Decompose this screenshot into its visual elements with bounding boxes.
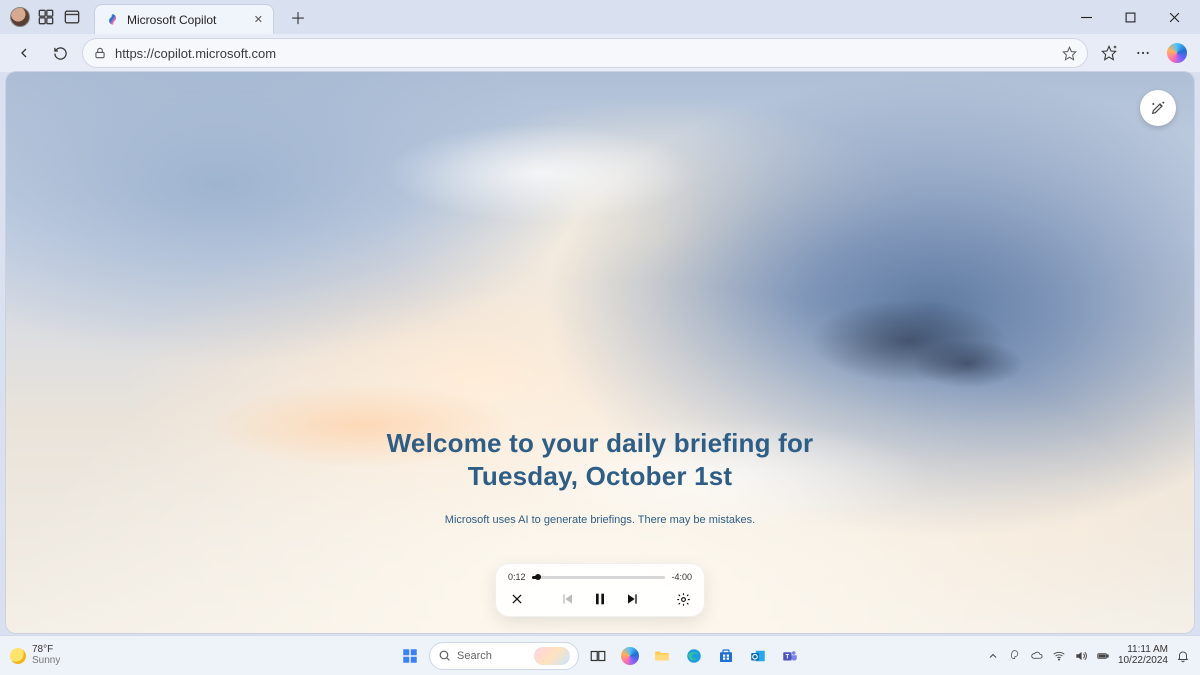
- back-button[interactable]: [10, 39, 38, 67]
- copilot-favicon-icon: [105, 13, 119, 27]
- profile-avatar[interactable]: [10, 7, 30, 27]
- weather-sun-icon: [10, 648, 26, 664]
- weather-condition: Sunny: [32, 656, 60, 667]
- background-visual: [6, 72, 1194, 633]
- favorites-button[interactable]: [1096, 40, 1122, 66]
- titlebar: Microsoft Copilot ✕ ＋: [0, 0, 1200, 34]
- tray-copilot-icon[interactable]: [1008, 649, 1022, 663]
- elapsed-time: 0:12: [508, 572, 526, 582]
- search-icon: [438, 649, 451, 662]
- player-close-button[interactable]: [508, 590, 526, 608]
- outlook-button[interactable]: [745, 643, 771, 669]
- taskbar: 78°F Sunny Search T 11:11 AM 10/22/2024: [0, 635, 1200, 675]
- clock-date: 10/22/2024: [1118, 656, 1168, 667]
- ai-disclaimer: Microsoft uses AI to generate briefings.…: [6, 514, 1194, 526]
- file-explorer-button[interactable]: [649, 643, 675, 669]
- previous-track-button[interactable]: [559, 590, 577, 608]
- browser-tab[interactable]: Microsoft Copilot ✕: [94, 4, 274, 34]
- refresh-button[interactable]: [46, 39, 74, 67]
- teams-button[interactable]: T: [777, 643, 803, 669]
- browser-toolbar: https://copilot.microsoft.com: [0, 34, 1200, 72]
- tab-close-button[interactable]: ✕: [254, 13, 263, 26]
- notifications-button[interactable]: [1176, 649, 1190, 663]
- workspaces-icon[interactable]: [36, 7, 56, 27]
- search-placeholder: Search: [457, 650, 492, 662]
- copilot-sidebar-button[interactable]: [1164, 40, 1190, 66]
- remaining-time: -4:00: [671, 572, 692, 582]
- svg-text:T: T: [786, 654, 790, 660]
- taskbar-search[interactable]: Search: [429, 642, 579, 670]
- tray-volume-icon[interactable]: [1074, 649, 1088, 663]
- weather-widget[interactable]: 78°F Sunny: [0, 645, 60, 666]
- clock-time: 11:11 AM: [1127, 645, 1168, 656]
- site-info-icon[interactable]: [93, 46, 107, 60]
- headline-line-1: Welcome to your daily briefing for: [387, 428, 814, 458]
- copilot-taskbar-button[interactable]: [617, 643, 643, 669]
- weather-temp: 78°F: [32, 645, 60, 656]
- briefing-headline: Welcome to your daily briefing for Tuesd…: [6, 427, 1194, 492]
- new-tab-button[interactable]: ＋: [284, 3, 312, 31]
- microsoft-store-button[interactable]: [713, 643, 739, 669]
- search-highlight-icon: [534, 647, 570, 665]
- window-close-button[interactable]: [1152, 1, 1196, 33]
- headline-line-2: Tuesday, October 1st: [468, 461, 733, 491]
- next-track-button[interactable]: [623, 590, 641, 608]
- tray-overflow-button[interactable]: [986, 649, 1000, 663]
- tab-actions-icon[interactable]: [62, 7, 82, 27]
- progress-thumb[interactable]: [535, 574, 541, 580]
- tray-battery-icon[interactable]: [1096, 649, 1110, 663]
- settings-more-button[interactable]: [1130, 40, 1156, 66]
- edge-browser-button[interactable]: [681, 643, 707, 669]
- url-text: https://copilot.microsoft.com: [115, 46, 1054, 61]
- address-bar[interactable]: https://copilot.microsoft.com: [82, 38, 1088, 68]
- tray-onedrive-icon[interactable]: [1030, 649, 1044, 663]
- briefing-headline-block: Welcome to your daily briefing for Tuesd…: [6, 427, 1194, 526]
- player-settings-button[interactable]: [674, 590, 692, 608]
- window-maximize-button[interactable]: [1108, 1, 1152, 33]
- edit-visual-button[interactable]: [1140, 90, 1176, 126]
- taskbar-clock[interactable]: 11:11 AM 10/22/2024: [1118, 645, 1168, 666]
- audio-player: 0:12 -4:00: [495, 563, 705, 617]
- window-minimize-button[interactable]: [1064, 1, 1108, 33]
- tab-title: Microsoft Copilot: [127, 13, 246, 27]
- page-viewport: Welcome to your daily briefing for Tuesd…: [6, 72, 1194, 633]
- tray-wifi-icon[interactable]: [1052, 649, 1066, 663]
- pause-button[interactable]: [591, 590, 609, 608]
- task-view-button[interactable]: [585, 643, 611, 669]
- favorite-star-icon[interactable]: [1062, 46, 1077, 61]
- start-button[interactable]: [397, 643, 423, 669]
- progress-slider[interactable]: [532, 576, 666, 579]
